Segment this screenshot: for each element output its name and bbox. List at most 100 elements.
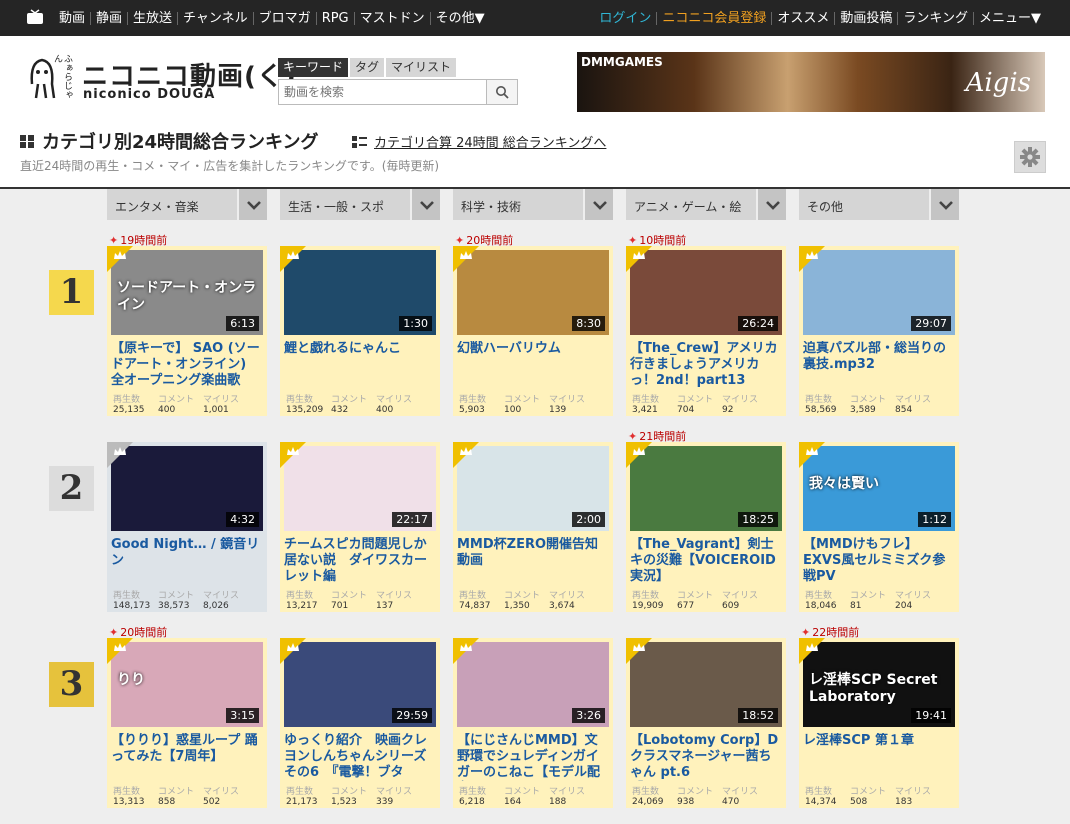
video-title[interactable]: チームスピカ問題児しか居ない説 ダイワスカーレット編: [284, 537, 436, 585]
video-title[interactable]: 鯉と戯れるにゃんこ: [284, 341, 436, 389]
tab-keyword[interactable]: キーワード: [278, 58, 349, 77]
video-card[interactable]: りり 3:15 【りりり】惑星ループ 踊ってみた【7周年】 再生数 コメント マイリス 13…: [107, 638, 267, 808]
video-card[interactable]: 我々は賢い 1:12 【MMDけもフレ】EXVS風セルミミズク参戦PV 再生数 コメント…: [799, 442, 959, 612]
comments-count: 1,350: [504, 601, 530, 611]
video-card[interactable]: 22:17 チームスピカ問題児しか居ない説 ダイワスカーレット編 再生数 コメント マイ…: [280, 442, 440, 612]
video-thumbnail[interactable]: 26:24: [630, 250, 782, 335]
login-link[interactable]: ログイン: [594, 12, 656, 25]
video-thumbnail[interactable]: 18:25: [630, 446, 782, 531]
nav-channel[interactable]: チャンネル: [177, 11, 253, 25]
nav-blomaga[interactable]: ブロマガ: [252, 11, 316, 25]
nav-seiga[interactable]: 静画: [90, 11, 127, 25]
comments-label: コメント: [850, 395, 887, 405]
video-thumbnail[interactable]: 8:30: [457, 250, 609, 335]
video-thumbnail[interactable]: 1:30: [284, 250, 436, 335]
nav-upload[interactable]: 動画投稿: [834, 11, 897, 25]
category-dropdown-button[interactable]: [410, 189, 440, 220]
nav-rpg[interactable]: RPG: [315, 11, 354, 25]
video-title[interactable]: 幻獣ハーバリウム: [457, 341, 609, 389]
video-thumbnail[interactable]: 4:32: [111, 446, 263, 531]
comments-count: 81: [850, 601, 862, 611]
category-dropdown-button[interactable]: [583, 189, 613, 220]
grid-icon: [20, 134, 34, 148]
video-card[interactable]: レ淫棒SCP Secret Laboratory 19:41 レ淫棒SCP 第１章再…: [799, 638, 959, 808]
settings-button[interactable]: [1014, 141, 1046, 173]
video-thumbnail[interactable]: 2:00: [457, 446, 609, 531]
register-link[interactable]: ニコニコ会員登録: [656, 11, 771, 25]
category-dropdown-button[interactable]: [929, 189, 959, 220]
video-thumbnail[interactable]: 18:52: [630, 642, 782, 727]
comments-label: コメント: [504, 591, 541, 601]
crown-icon: [806, 447, 818, 455]
video-card[interactable]: 29:07 迫真パズル部・総当りの裏技.mp32 再生数 コメント マイリス 58,569…: [799, 246, 959, 416]
category-select-1[interactable]: 生活・一般・スポ: [280, 189, 440, 220]
video-card[interactable]: 4:32 Good Night… / 鏡音リン 再生数 コメント マイリス 148,173…: [107, 442, 267, 612]
niconico-logo[interactable]: ふぁらじゃん ニコニコ動画(く) niconico DOUGA: [24, 54, 296, 106]
video-title[interactable]: MMD杯ZERO開催告知動画: [457, 537, 609, 585]
video-title[interactable]: Good Night… / 鏡音リン: [111, 537, 263, 585]
category-select-4[interactable]: その他: [799, 189, 959, 220]
nav-mastodon[interactable]: マストドン: [353, 11, 430, 25]
video-thumbnail[interactable]: 22:17: [284, 446, 436, 531]
video-title[interactable]: 【Lobotomy Corp】Dクラスマネージャー茜ちゃん pt.6【VOICE…: [630, 733, 782, 781]
search-input[interactable]: [279, 80, 487, 104]
nav-ranking[interactable]: ランキング: [897, 11, 973, 25]
mylist-count: 470: [722, 797, 740, 807]
video-card[interactable]: 18:52 【Lobotomy Corp】Dクラスマネージャー茜ちゃん pt.6【…: [626, 638, 786, 808]
video-title[interactable]: 【The_Crew】アメリカ行きましょうアメリカっ！2nd！part13: [630, 341, 782, 389]
video-title[interactable]: レ淫棒SCP 第１章: [803, 733, 955, 781]
video-title[interactable]: 【りりり】惑星ループ 踊ってみた【7周年】: [111, 733, 263, 781]
video-thumbnail[interactable]: 29:07: [803, 250, 955, 335]
category-select-0[interactable]: エンタメ・音楽: [107, 189, 267, 220]
comments-label: コメント: [331, 395, 368, 405]
video-card[interactable]: 26:24 【The_Crew】アメリカ行きましょうアメリカっ！2nd！part1…: [626, 246, 786, 416]
mylist-count: 339: [376, 797, 394, 807]
category-dropdown-button[interactable]: [756, 189, 786, 220]
nav-recommend[interactable]: オススメ: [771, 11, 834, 25]
video-title[interactable]: 【MMDけもフレ】EXVS風セルミミズク参戦PV: [803, 537, 955, 585]
search-button[interactable]: [486, 80, 517, 104]
video-stats: 再生数 コメント マイリス 74,837 1,350 3,674: [459, 588, 609, 611]
video-thumbnail[interactable]: りり 3:15: [111, 642, 263, 727]
mylist-label: マイリス: [203, 395, 240, 405]
tab-tag[interactable]: タグ: [350, 58, 385, 77]
video-card[interactable]: 18:25 【The_Vagrant】剣士キの災難【VOICEROID実況】 再生数…: [626, 442, 786, 612]
video-thumbnail[interactable]: ソードアート・オンライン 6:13: [111, 250, 263, 335]
video-title[interactable]: 迫真パズル部・総当りの裏技.mp32: [803, 341, 955, 389]
tab-mylist[interactable]: マイリスト: [386, 58, 457, 77]
video-thumbnail[interactable]: 3:26: [457, 642, 609, 727]
views-label: 再生数: [459, 395, 487, 405]
views-label: 再生数: [286, 395, 314, 405]
video-card[interactable]: 29:59 ゆっくり紹介 映画クレヨンしんちゃんシリーズ その6 『電撃！ブタ 再生…: [280, 638, 440, 808]
video-title[interactable]: 【The_Vagrant】剣士キの災難【VOICEROID実況】: [630, 537, 782, 585]
video-stats: 再生数 コメント マイリス 14,374 508 183: [805, 784, 955, 807]
video-card[interactable]: 2:00 MMD杯ZERO開催告知動画 再生数 コメント マイリス 74,837 1,350…: [453, 442, 613, 612]
video-thumbnail[interactable]: レ淫棒SCP Secret Laboratory 19:41: [803, 642, 955, 727]
video-title[interactable]: 【原キーで】 SAO (ソードアート・オンライン) 全オープニング楽曲歌: [111, 341, 263, 389]
category-dropdown-button[interactable]: [237, 189, 267, 220]
video-card[interactable]: 8:30 幻獣ハーバリウム 再生数 コメント マイリス 5,903 100 139: [453, 246, 613, 416]
nav-others[interactable]: その他▼: [429, 11, 490, 25]
category-select-3[interactable]: アニメ・ゲーム・絵: [626, 189, 786, 220]
category-select-2[interactable]: 科学・技術: [453, 189, 613, 220]
video-card[interactable]: 1:30 鯉と戯れるにゃんこ 再生数 コメント マイリス 135,209 432 400: [280, 246, 440, 416]
ad-banner[interactable]: DMMGAMES Aigis: [577, 52, 1045, 112]
nav-menu[interactable]: メニュー▼: [973, 11, 1046, 25]
views-label: 再生数: [459, 787, 487, 797]
video-card[interactable]: ソードアート・オンライン 6:13 【原キーで】 SAO (ソードアート・オンライン…: [107, 246, 267, 416]
video-title[interactable]: 【にじさんじMMD】文野環でシュレディンガイガーのこねこ【モデル配布: [457, 733, 609, 781]
total-ranking-link[interactable]: カテゴリ合算 24時間 総合ランキングへ: [352, 132, 606, 151]
views-count: 74,837: [459, 601, 491, 611]
thumbnail-caption: りり: [117, 672, 145, 688]
video-card[interactable]: 3:26 【にじさんじMMD】文野環でシュレディンガイガーのこねこ【モデル配布再生…: [453, 638, 613, 808]
niconico-tv-icon[interactable]: [26, 9, 44, 25]
mylist-count: 139: [549, 405, 567, 415]
views-label: 再生数: [632, 395, 660, 405]
comments-count: 938: [677, 797, 695, 807]
video-thumbnail[interactable]: 我々は賢い 1:12: [803, 446, 955, 531]
nav-live[interactable]: 生放送: [127, 11, 177, 25]
video-title[interactable]: ゆっくり紹介 映画クレヨンしんちゃんシリーズ その6 『電撃！ブタ: [284, 733, 436, 781]
video-thumbnail[interactable]: 29:59: [284, 642, 436, 727]
mylist-label: マイリス: [203, 591, 240, 601]
nav-video[interactable]: 動画: [54, 12, 90, 25]
